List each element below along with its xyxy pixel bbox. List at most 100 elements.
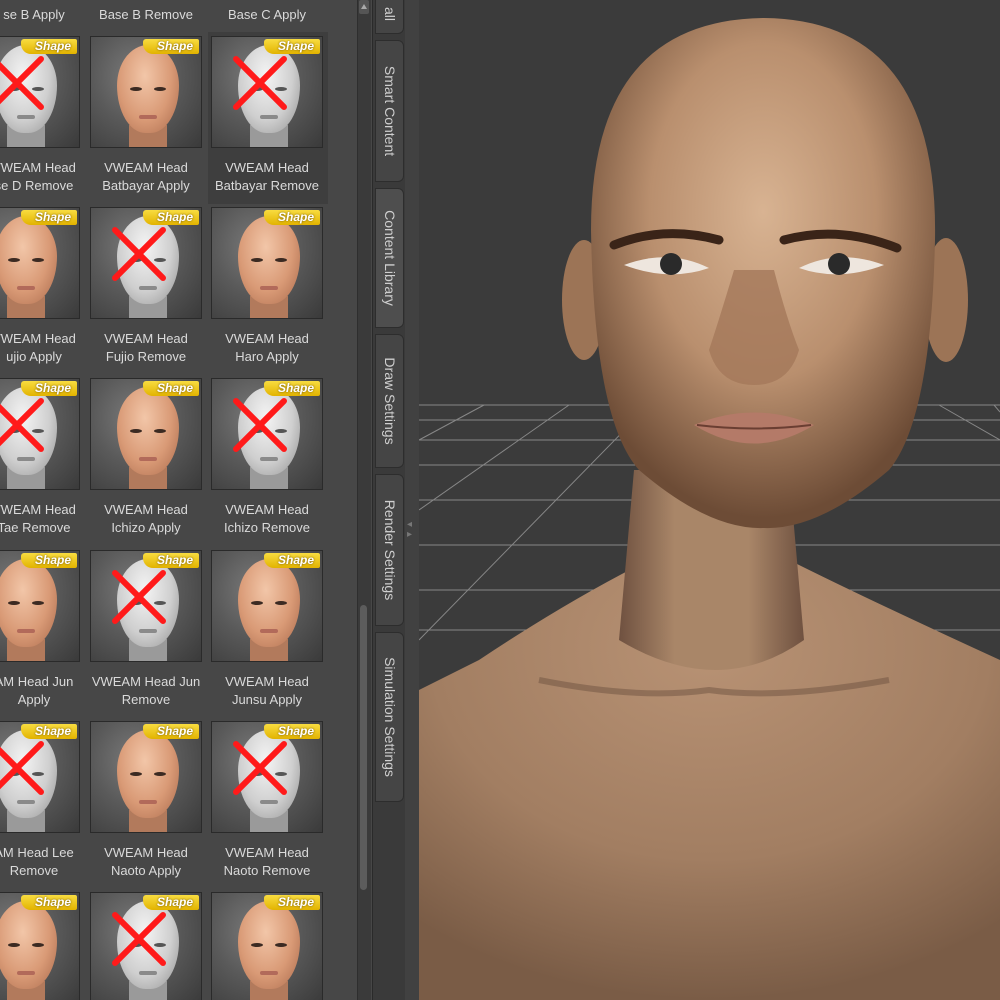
remove-x-icon xyxy=(112,912,166,966)
content-library-panel: se B Apply Base B Remove Base C Apply Shape… xyxy=(0,0,372,1000)
library-item-thumbnail[interactable]: Shape xyxy=(90,550,202,662)
library-item-thumbnail[interactable]: Shape xyxy=(90,892,202,1000)
library-item-caption-line1: VWEAM Head xyxy=(225,674,309,689)
library-item-caption-line2: Remove xyxy=(9,863,59,878)
tab-smart-content[interactable]: Smart Content xyxy=(375,40,404,182)
library-item-thumbnail[interactable]: Shape xyxy=(0,378,80,490)
library-item-caption-line1: VWEAM Head xyxy=(104,331,188,346)
head-thumbnail xyxy=(117,387,179,475)
library-item-caption-line2: Ichizo Apply xyxy=(111,520,181,535)
library-item-caption-line1: VWEAM Head xyxy=(225,845,309,860)
head-thumbnail xyxy=(117,730,179,818)
library-item-caption-line1: VWEAM Head xyxy=(225,502,309,517)
head-thumbnail xyxy=(238,559,300,647)
library-item-thumbnail[interactable]: Shape xyxy=(0,550,80,662)
remove-x-icon xyxy=(0,741,44,795)
library-item-caption-line1: VWEAM Head xyxy=(0,331,76,346)
library-item-caption-line1: VWEAM Head xyxy=(225,160,309,175)
library-item-caption-line2: Naoto Remove xyxy=(223,863,311,878)
head-thumbnail xyxy=(117,45,179,133)
library-item-thumbnail[interactable]: Shape xyxy=(90,378,202,490)
shape-badge: Shape xyxy=(20,895,77,910)
remove-x-icon xyxy=(0,398,44,452)
library-item-caption: se B Apply xyxy=(3,7,65,22)
library-item-thumbnail[interactable]: Shape xyxy=(211,378,323,490)
library-item-caption-line2: Remove xyxy=(121,692,171,707)
shape-badge: Shape xyxy=(20,724,77,739)
shape-badge: Shape xyxy=(142,724,199,739)
library-item-caption-line2: Naoto Apply xyxy=(110,863,182,878)
library-item-caption-line1: VWEAM Head xyxy=(225,331,309,346)
shape-badge: Shape xyxy=(142,895,199,910)
library-item-caption-line2: Haro Apply xyxy=(235,349,299,364)
tab-render-settings[interactable]: Render Settings xyxy=(375,474,404,626)
tab-all[interactable]: all xyxy=(375,0,404,34)
shape-badge: Shape xyxy=(263,724,320,739)
library-item-caption-line2: Batbayar Remove xyxy=(214,178,320,193)
library-item-caption-line1: VWEAM Head xyxy=(104,845,188,860)
library-item-caption-line2: se D Remove xyxy=(0,178,74,193)
head-thumbnail xyxy=(238,216,300,304)
shape-badge: Shape xyxy=(263,553,320,568)
tab-all-label: all xyxy=(381,6,398,22)
splitter-grip-icon[interactable]: ◂ ▸ xyxy=(407,520,415,540)
library-item-thumbnail[interactable]: Shape xyxy=(211,207,323,319)
pane-tab-strip: all Smart Content Content Library Draw S… xyxy=(372,0,407,1000)
tab-draw-settings[interactable]: Draw Settings xyxy=(375,334,404,468)
tab-content-library[interactable]: Content Library xyxy=(375,188,404,328)
library-item-thumbnail[interactable]: Shape xyxy=(211,36,323,148)
library-item-caption-line2: Fujio Remove xyxy=(105,349,187,364)
library-item-thumbnail[interactable]: Shape xyxy=(211,721,323,833)
library-item-thumbnail[interactable]: Shape xyxy=(211,892,323,1000)
remove-x-icon xyxy=(233,398,287,452)
shape-badge: Shape xyxy=(263,210,320,225)
remove-x-icon xyxy=(233,56,287,110)
pane-splitter[interactable] xyxy=(405,0,420,1000)
shape-badge: Shape xyxy=(20,553,77,568)
shape-badge: Shape xyxy=(142,210,199,225)
head-thumbnail xyxy=(238,901,300,989)
library-item-thumbnail[interactable]: Shape xyxy=(0,721,80,833)
remove-x-icon xyxy=(112,570,166,624)
library-item-caption-line2: Batbayar Apply xyxy=(102,178,190,193)
tab-draw-settings-label: Draw Settings xyxy=(381,357,398,445)
library-item-thumbnail[interactable]: Shape xyxy=(0,207,80,319)
library-item-caption: Base B Remove xyxy=(99,7,193,22)
shape-badge: Shape xyxy=(263,39,320,54)
tab-content-library-label: Content Library xyxy=(381,210,398,306)
library-item-caption-line2: Tae Remove xyxy=(0,520,71,535)
library-item-thumbnail[interactable]: Shape xyxy=(211,550,323,662)
library-item-thumbnail[interactable]: Shape xyxy=(90,207,202,319)
shape-badge: Shape xyxy=(20,39,77,54)
head-thumbnail xyxy=(0,559,57,647)
shape-badge: Shape xyxy=(263,381,320,396)
tab-simulation-settings[interactable]: Simulation Settings xyxy=(375,632,404,802)
scroll-up-arrow-icon[interactable] xyxy=(359,0,369,14)
library-scrollbar-thumb[interactable] xyxy=(360,605,367,890)
library-item-caption-line2: Junsu Apply xyxy=(231,692,303,707)
3d-viewport[interactable] xyxy=(419,0,1000,1000)
library-item-caption: Base C Apply xyxy=(227,7,307,22)
library-item-caption-line1: VWEAM Head xyxy=(104,502,188,517)
library-item-thumbnail[interactable]: Shape xyxy=(0,892,80,1000)
head-thumbnail xyxy=(0,901,57,989)
library-item-caption-line1: VWEAM Head Jun xyxy=(91,674,201,689)
library-item-caption-line1: VWEAM Head xyxy=(0,502,76,517)
remove-x-icon xyxy=(0,56,44,110)
library-item-caption-line2: Ichizo Remove xyxy=(224,520,310,535)
library-item-caption-line1: VWEAM Head xyxy=(0,160,76,175)
tab-smart-content-label: Smart Content xyxy=(381,65,398,157)
library-item-caption-line2: Apply xyxy=(17,692,51,707)
library-item-caption-line2: ujio Apply xyxy=(6,349,62,364)
remove-x-icon xyxy=(112,227,166,281)
remove-x-icon xyxy=(233,741,287,795)
library-item-thumbnail[interactable]: Shape xyxy=(90,36,202,148)
shape-badge: Shape xyxy=(142,381,199,396)
shape-badge: Shape xyxy=(20,210,77,225)
library-item-thumbnail[interactable]: Shape xyxy=(0,36,80,148)
shape-badge: Shape xyxy=(142,553,199,568)
shape-badge: Shape xyxy=(263,895,320,910)
library-item-caption-line1: VWEAM Head xyxy=(104,160,188,175)
tab-simulation-settings-label: Simulation Settings xyxy=(381,657,398,777)
library-item-thumbnail[interactable]: Shape xyxy=(90,721,202,833)
